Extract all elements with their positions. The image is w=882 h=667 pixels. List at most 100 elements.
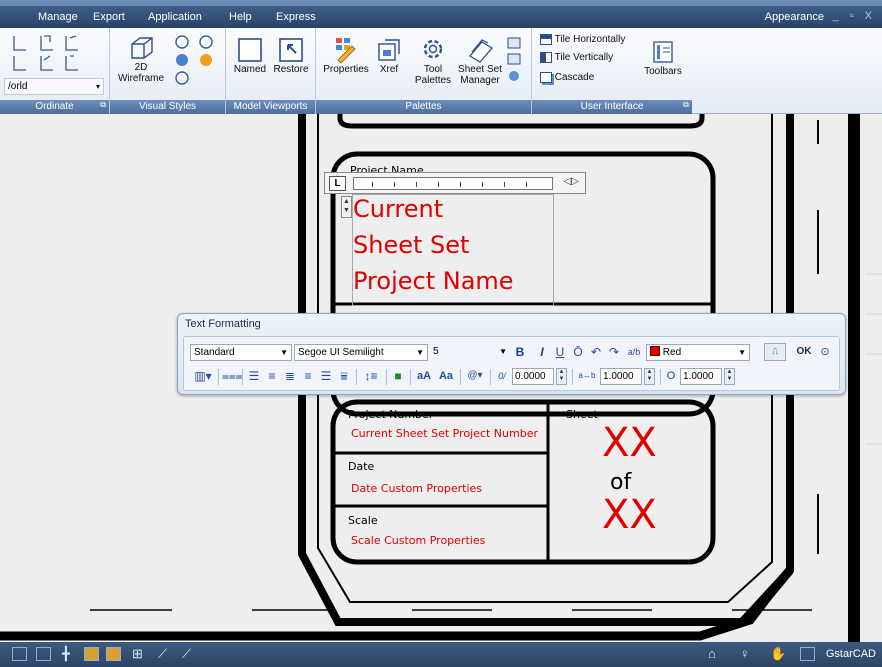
ortho-toggle-icon[interactable]: ╋: [62, 646, 70, 662]
mtext-edit-box[interactable]: Current Sheet Set Project Name: [352, 194, 554, 306]
align-left-icon[interactable]: ≡: [264, 368, 280, 384]
otrack-toggle-icon[interactable]: ⊞: [132, 646, 143, 662]
properties-button[interactable]: Properties: [318, 34, 374, 75]
text-formatting-title[interactable]: Text Formatting: [185, 318, 261, 330]
mtext-ruler[interactable]: L ◁▷: [324, 172, 586, 194]
ruler-scale[interactable]: [353, 177, 553, 190]
sheet-set-icon: [469, 39, 493, 63]
undo-button[interactable]: ↶: [588, 344, 604, 360]
workspace-icon[interactable]: ⌂: [708, 646, 716, 661]
text-style-select[interactable]: Standard ▼: [190, 344, 292, 361]
named-viewports-button[interactable]: Named: [230, 36, 270, 75]
distribute-icon[interactable]: ⩸: [336, 368, 352, 384]
tile-vertically-button[interactable]: Tile Vertically: [540, 52, 613, 63]
stack-button[interactable]: a/b: [624, 344, 644, 360]
insert-field-icon[interactable]: ■: [390, 368, 406, 384]
dialog-launcher-icon[interactable]: ⧉: [100, 98, 106, 112]
align-center-icon[interactable]: ≣: [282, 368, 298, 384]
sheet-set-manager-button[interactable]: Sheet Set Manager: [456, 34, 504, 86]
columns-icon[interactable]: ▥▾: [192, 368, 214, 384]
ribbon-group-palettes: Properties Xref Tool Palettes Sheet Set Ma…: [316, 28, 532, 114]
ducs-toggle-icon[interactable]: ⟋: [158, 646, 167, 662]
symbol-button[interactable]: @▾: [464, 368, 486, 384]
scale-label: Scale: [348, 514, 378, 527]
uppercase-button[interactable]: aA: [414, 368, 434, 384]
font-select[interactable]: Segoe UI Semilight ▼: [294, 344, 428, 361]
redo-button[interactable]: ↷: [606, 344, 622, 360]
ucs-combo[interactable]: /orld ▾: [4, 78, 104, 95]
ribbon-group-label: Palettes: [316, 100, 531, 114]
editor-height-handle-icon[interactable]: ▲ ▼: [341, 196, 352, 218]
separator: [386, 369, 387, 385]
status-bar: ╋ ⊞ ⟋ ⟋ ⌂ ♀ ✋ GstarCAD: [0, 642, 882, 667]
menu-export[interactable]: Export: [93, 11, 125, 23]
ruler-tick: [394, 182, 395, 187]
toolbars-icon: [653, 41, 673, 63]
snap-toggle-icon[interactable]: [12, 647, 27, 661]
tab-selector[interactable]: L: [329, 176, 346, 191]
color-swatch: [650, 346, 660, 356]
text-height-select[interactable]: 5 ▼: [430, 344, 510, 361]
ruler-toggle-icon[interactable]: ⎍: [764, 343, 786, 361]
mtext-justification-icon[interactable]: ⩶: [222, 368, 243, 384]
dialog-launcher-icon[interactable]: ⧉: [683, 98, 689, 112]
viewport-icon: [238, 38, 262, 62]
menu-application[interactable]: Application: [148, 11, 202, 23]
ruler-width-arrows-icon[interactable]: ◁▷: [564, 176, 579, 187]
bold-button[interactable]: B: [512, 344, 528, 360]
window-controls[interactable]: _ ▫ X: [833, 10, 876, 22]
italic-button[interactable]: I: [534, 344, 550, 360]
project-number-value: Current Sheet Set Project Number: [351, 427, 538, 440]
tile-vertical-icon: [540, 52, 552, 63]
bulb-icon[interactable]: ♀: [740, 646, 750, 661]
tracking-input[interactable]: 1.0000: [600, 368, 642, 385]
menu-express[interactable]: Express: [276, 11, 316, 23]
tracking-spinner[interactable]: ▲ ▼: [644, 368, 655, 385]
options-icon[interactable]: ⊙: [818, 344, 832, 360]
cascade-button[interactable]: Cascade: [540, 72, 594, 83]
scale-value: Scale Custom Properties: [351, 534, 486, 547]
dyn-toggle-icon[interactable]: ⟋: [182, 646, 191, 662]
line-spacing-icon[interactable]: ↕≡: [360, 368, 382, 384]
paragraph-icon[interactable]: ☰: [246, 368, 262, 384]
date-label: Date: [348, 460, 375, 473]
wireframe-icon: [131, 37, 153, 59]
polar-toggle-icon[interactable]: [84, 647, 99, 661]
oblique-spinner[interactable]: ▲ ▼: [556, 368, 567, 385]
lowercase-button[interactable]: Aa: [436, 368, 456, 384]
ruler-tick: [504, 182, 505, 187]
hand-icon[interactable]: ✋: [770, 646, 786, 662]
tile-horizontal-icon: [540, 34, 552, 45]
toolbars-button[interactable]: Toolbars: [638, 38, 688, 77]
justify-icon[interactable]: ☰: [318, 368, 334, 384]
ribbon-group-ordinate: /orld ▾ Ordinate ⧉: [0, 28, 110, 114]
separator: [460, 369, 461, 385]
oblique-angle-input[interactable]: 0.0000: [512, 368, 554, 385]
ucs-icons[interactable]: [8, 32, 88, 72]
tile-horizontally-button[interactable]: Tile Horizontally: [540, 34, 625, 45]
width-factor-input[interactable]: 1.0000: [680, 368, 722, 385]
tool-palettes-button[interactable]: Tool Palettes: [408, 34, 458, 86]
width-factor-spinner[interactable]: ▲ ▼: [724, 368, 735, 385]
grid-toggle-icon[interactable]: [36, 647, 51, 661]
overline-button[interactable]: Ō: [570, 344, 586, 360]
separator: [660, 369, 661, 385]
appearance-menu[interactable]: Appearance: [765, 11, 824, 23]
ok-button[interactable]: OK: [794, 344, 814, 360]
xref-button[interactable]: Xref: [374, 34, 404, 75]
sheet-number: XX: [602, 420, 657, 466]
2d-wireframe-button[interactable]: 2D Wireframe: [116, 34, 166, 84]
menu-bar: Manage Export Application Help Express A…: [0, 0, 882, 28]
sheet-total: XX: [602, 492, 657, 538]
separator: [218, 369, 219, 385]
color-select[interactable]: Red ▼: [646, 344, 750, 361]
osnap-toggle-icon[interactable]: [106, 647, 121, 661]
restore-viewport-button[interactable]: Restore: [270, 36, 312, 75]
align-right-icon[interactable]: ≡: [300, 368, 316, 384]
menu-manage[interactable]: Manage: [38, 11, 78, 23]
fullscreen-toggle-icon[interactable]: [800, 647, 815, 661]
palette-small-icons[interactable]: [506, 36, 524, 88]
underline-button[interactable]: U: [552, 344, 568, 360]
menu-help[interactable]: Help: [229, 11, 252, 23]
visual-style-icons[interactable]: [172, 34, 220, 86]
